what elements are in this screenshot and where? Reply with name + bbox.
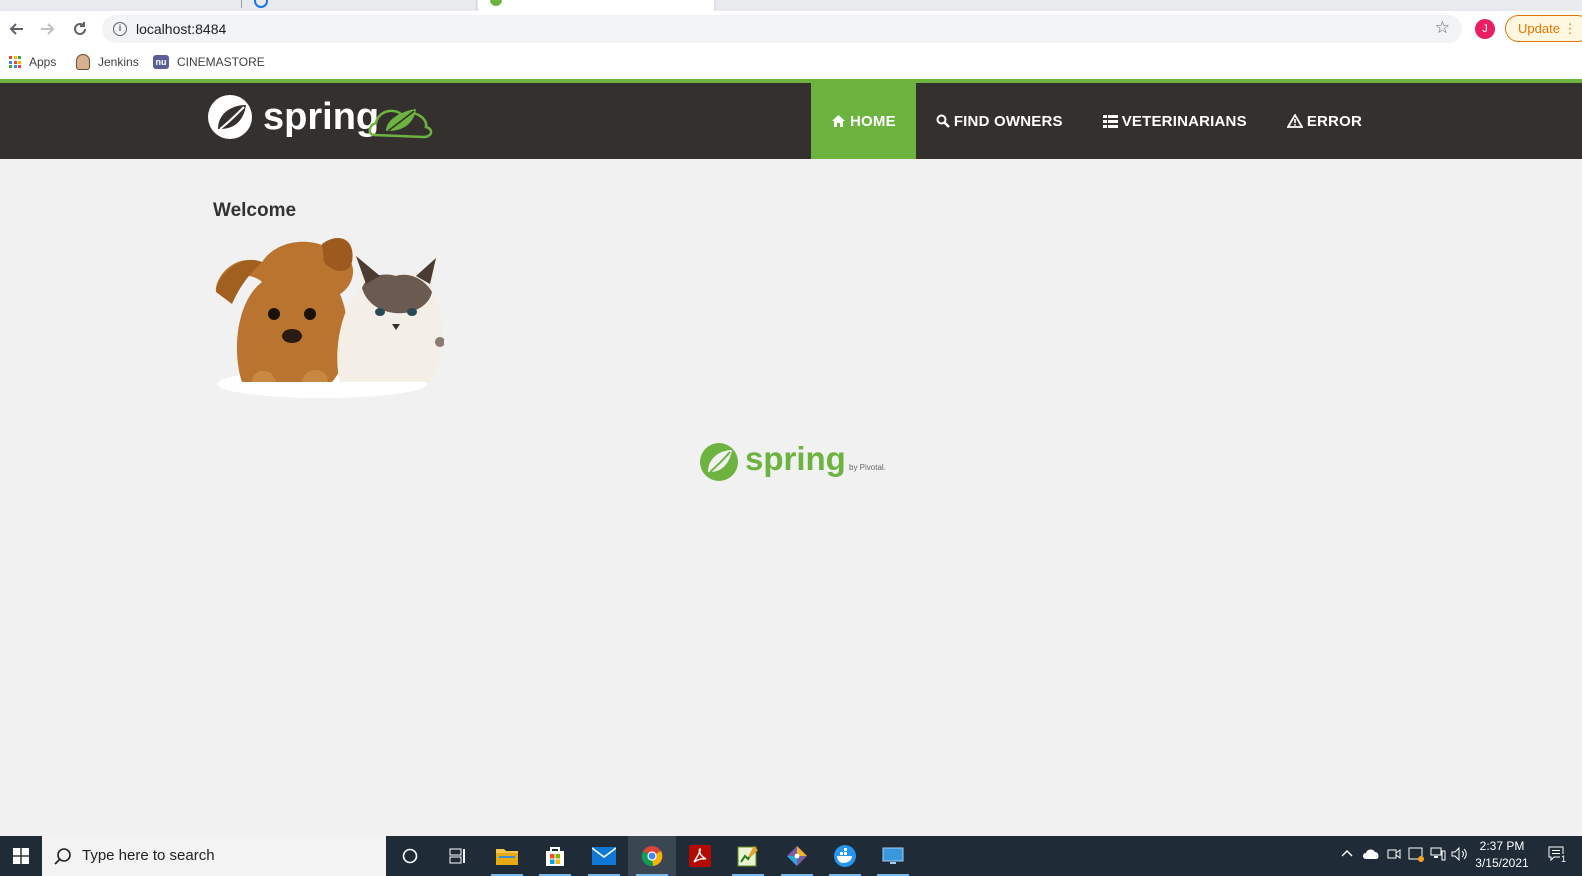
meet-camera-icon[interactable]: [1387, 847, 1401, 864]
spring-brand-logo[interactable]: spring: [208, 95, 438, 145]
clock-date: 3/15/2021: [1475, 856, 1529, 870]
tab-separator: [241, 0, 242, 8]
brand-text: spring: [263, 96, 379, 138]
network-icon[interactable]: [1430, 847, 1446, 864]
dog-and-cat-illustration: [215, 238, 445, 398]
security-shield-icon[interactable]: [1408, 846, 1424, 865]
mail-taskbar[interactable]: [580, 836, 628, 876]
address-bar[interactable]: i localhost:8484 ☆: [102, 15, 1462, 43]
forward-arrow-icon: [41, 23, 55, 35]
store-bag-icon: [546, 847, 564, 866]
acrobat-taskbar[interactable]: [676, 836, 724, 876]
chart-app-icon: [737, 846, 758, 867]
nav-home[interactable]: HOME: [811, 83, 916, 159]
mail-envelope-icon: [592, 847, 616, 865]
update-button-label: Update: [1518, 21, 1560, 36]
chrome-taskbar[interactable]: [628, 836, 676, 876]
footer-logo-by: by Pivotal.: [849, 463, 886, 472]
task-view-button[interactable]: [434, 836, 482, 876]
apps-grid-icon: [9, 56, 21, 68]
windows-taskbar: Type here to search 2:37 PM 3/15/2021 1: [0, 836, 1582, 876]
remote-desktop-taskbar[interactable]: [869, 836, 917, 876]
sourcetree-taskbar[interactable]: [773, 836, 821, 876]
nav-veterinarians[interactable]: VETERINARIANS: [1083, 83, 1267, 159]
taskbar-search-placeholder: Type here to search: [82, 847, 215, 864]
nav-error-label: ERROR: [1306, 112, 1362, 130]
home-icon: [831, 114, 846, 128]
monitor-icon: [882, 847, 904, 864]
address-url[interactable]: localhost:8484: [136, 21, 226, 37]
back-button[interactable]: [4, 17, 28, 41]
jenkins-icon: [76, 54, 90, 70]
nav-find-owners[interactable]: FIND OWNERS: [916, 83, 1083, 159]
chart-app-taskbar[interactable]: [724, 836, 772, 876]
chrome-icon: [641, 846, 663, 867]
browser-tab-strip: [0, 0, 1582, 11]
site-info-icon[interactable]: i: [113, 22, 127, 36]
folder-icon: [496, 849, 518, 865]
store-taskbar[interactable]: [531, 836, 579, 876]
bookmarks-bar: Apps Jenkins nu CINEMASTORE: [0, 46, 1582, 79]
taskbar-search-box[interactable]: Type here to search: [42, 836, 386, 876]
file-explorer-taskbar[interactable]: [483, 836, 531, 876]
nav-home-label: HOME: [850, 112, 896, 130]
bookmark-label: Apps: [29, 55, 57, 69]
notification-count: 1: [1560, 854, 1568, 864]
volume-speaker-icon[interactable]: [1451, 846, 1469, 864]
docker-whale-icon: [834, 845, 856, 867]
git-diamond-icon: [787, 846, 807, 866]
pdf-icon: [689, 845, 711, 867]
pets-image: [212, 232, 445, 400]
cortana-circle-icon: [402, 848, 418, 864]
bookmark-jenkins[interactable]: Jenkins: [76, 53, 139, 71]
profile-avatar[interactable]: J: [1475, 19, 1495, 39]
task-view-icon: [449, 848, 465, 864]
browser-toolbar: i localhost:8484 ☆ J Update ⋮: [0, 11, 1582, 46]
browser-tab-strip-empty: [716, 0, 1582, 11]
search-icon: [54, 848, 71, 865]
nu-icon: nu: [153, 55, 169, 69]
bookmark-cinemastore[interactable]: nu CINEMASTORE: [153, 53, 265, 71]
reload-icon: [74, 22, 86, 35]
browser-tab-active[interactable]: [478, 0, 714, 11]
cortana-button[interactable]: [386, 836, 434, 876]
windows-logo-icon: [13, 848, 29, 864]
forward-button[interactable]: [36, 17, 60, 41]
onedrive-cloud-icon[interactable]: [1362, 848, 1380, 863]
app-header: spring HOME FIND OWNERS VETERINARIANS ER…: [0, 79, 1582, 159]
warning-icon: [1286, 114, 1303, 128]
nav-error[interactable]: ERROR: [1267, 83, 1382, 159]
taskbar-clock[interactable]: 2:37 PM 3/15/2021: [1470, 838, 1534, 872]
reload-button[interactable]: [68, 17, 92, 41]
back-arrow-icon: [9, 23, 23, 35]
action-center-button[interactable]: 1: [1548, 846, 1568, 867]
bookmark-label: Jenkins: [98, 55, 139, 69]
bookmark-apps[interactable]: Apps: [9, 53, 56, 71]
bookmark-star-icon[interactable]: ☆: [1435, 19, 1450, 37]
search-icon: [936, 114, 950, 128]
clock-time: 2:37 PM: [1479, 839, 1525, 853]
docker-taskbar[interactable]: [821, 836, 869, 876]
list-icon: [1102, 114, 1118, 128]
spring-footer-logo: spring by Pivotal.: [699, 440, 899, 484]
spring-leaf-icon: spring: [208, 95, 433, 139]
nav-find-owners-label: FIND OWNERS: [953, 112, 1063, 130]
main-nav: HOME FIND OWNERS VETERINARIANS ERROR: [811, 83, 1382, 159]
spring-leaf-footer-icon: spring by Pivotal.: [700, 440, 886, 481]
browser-tab[interactable]: [0, 0, 475, 11]
nav-veterinarians-label: VETERINARIANS: [1121, 112, 1247, 130]
page-title: Welcome: [213, 200, 297, 221]
show-hidden-icons-chevron-icon[interactable]: [1341, 846, 1353, 860]
footer-logo-text: spring: [745, 440, 846, 477]
bookmark-label: CINEMASTORE: [177, 55, 265, 69]
update-button[interactable]: Update ⋮: [1505, 15, 1582, 42]
start-button[interactable]: [0, 836, 42, 876]
